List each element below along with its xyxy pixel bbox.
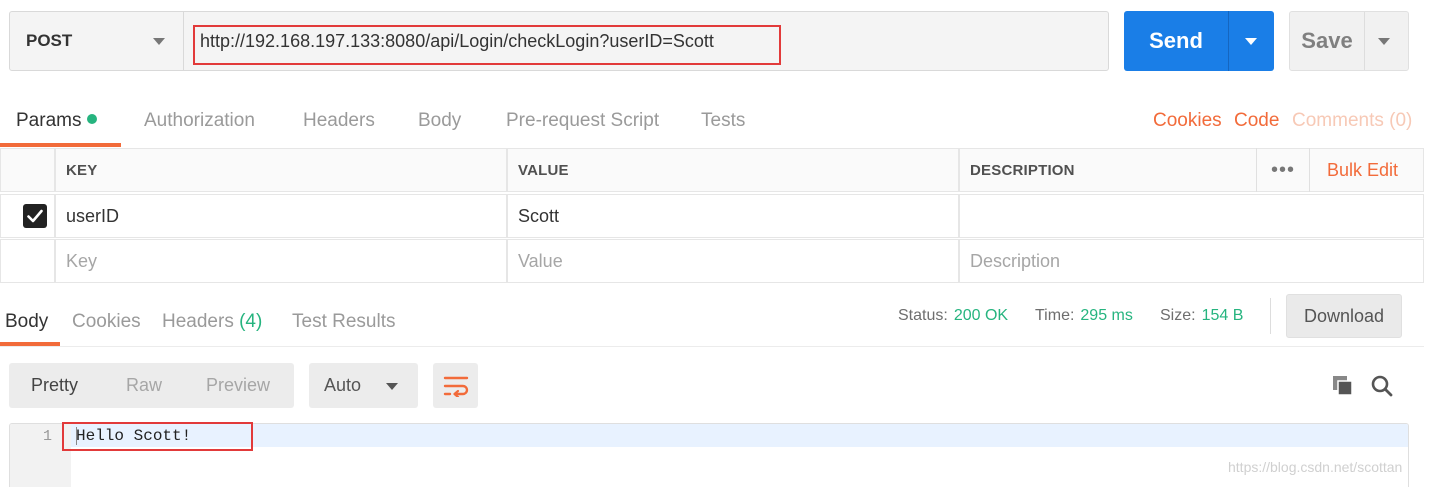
- headers-count-badge: (4): [239, 311, 263, 332]
- param-key-cell[interactable]: userID: [55, 194, 507, 238]
- param-description-cell[interactable]: [959, 194, 1424, 238]
- send-divider: [1228, 11, 1229, 71]
- more-options-icon[interactable]: •••: [1256, 148, 1310, 192]
- tab-tests[interactable]: Tests: [701, 110, 745, 132]
- tab-body[interactable]: Body: [418, 110, 461, 132]
- chevron-down-icon[interactable]: [1378, 37, 1390, 45]
- copy-icon: [1333, 376, 1353, 396]
- view-raw[interactable]: Raw: [126, 375, 162, 396]
- checkmark-icon: [27, 209, 43, 223]
- chevron-down-icon: [153, 38, 165, 45]
- active-line-highlight: [71, 424, 1408, 447]
- wrap-lines-button[interactable]: [433, 363, 478, 408]
- status-label: Status:: [898, 307, 948, 324]
- tab-headers[interactable]: Headers: [303, 110, 375, 132]
- send-label: Send: [1149, 28, 1203, 53]
- size-value: 154 B: [1201, 307, 1244, 324]
- save-label: Save: [1301, 28, 1353, 53]
- status-divider: [1270, 298, 1271, 334]
- response-tab-test-results[interactable]: Test Results: [292, 311, 395, 333]
- size-readout: Size: 154 B: [1160, 307, 1243, 325]
- comments-link[interactable]: Comments (0): [1292, 110, 1412, 132]
- chevron-down-icon[interactable]: [1245, 37, 1257, 45]
- method-label: POST: [26, 31, 73, 50]
- tab-params-label: Params: [16, 110, 82, 131]
- row-checkbox-cell: [0, 194, 55, 238]
- format-select[interactable]: Auto: [309, 363, 418, 408]
- time-label: Time:: [1035, 307, 1075, 324]
- response-divider: [0, 346, 1424, 347]
- method-select[interactable]: POST: [10, 12, 184, 70]
- send-button[interactable]: Send: [1124, 11, 1274, 71]
- time-value: 295 ms: [1080, 307, 1133, 324]
- response-tab-cookies[interactable]: Cookies: [72, 311, 141, 333]
- value-column-header: VALUE: [507, 148, 959, 192]
- chevron-down-icon: [386, 383, 398, 390]
- tab-authorization[interactable]: Authorization: [144, 110, 255, 132]
- response-body-viewer[interactable]: 1 Hello Scott!: [9, 423, 1409, 487]
- format-label: Auto: [324, 375, 362, 395]
- status-readout: Status: 200 OK: [898, 307, 1008, 325]
- cookies-link[interactable]: Cookies: [1153, 110, 1222, 132]
- view-pretty[interactable]: Pretty: [31, 375, 78, 396]
- code-line: Hello Scott!: [76, 427, 192, 445]
- description-placeholder-field[interactable]: Description: [959, 239, 1424, 283]
- row-checkbox[interactable]: [23, 204, 47, 228]
- key-column-header: KEY: [55, 148, 507, 192]
- bulk-edit-link[interactable]: Bulk Edit: [1327, 160, 1398, 181]
- save-button[interactable]: Save: [1289, 11, 1409, 71]
- tab-params[interactable]: Params: [16, 110, 98, 132]
- code-link[interactable]: Code: [1234, 110, 1279, 132]
- wrap-lines-icon: [443, 376, 468, 397]
- download-button[interactable]: Download: [1286, 294, 1402, 338]
- response-tab-headers-label: Headers: [162, 311, 234, 332]
- table-row-empty: Key Value Description: [0, 239, 1424, 285]
- view-mode-group: Pretty Raw Preview: [9, 363, 294, 408]
- value-placeholder-field[interactable]: Value: [507, 239, 959, 283]
- key-placeholder-field[interactable]: Key: [55, 239, 507, 283]
- params-active-dot-icon: [87, 114, 98, 124]
- time-readout: Time: 295 ms: [1035, 307, 1133, 325]
- size-label: Size:: [1160, 307, 1196, 324]
- table-row: userID Scott: [0, 194, 1424, 240]
- view-preview[interactable]: Preview: [206, 375, 270, 396]
- search-button[interactable]: [1369, 373, 1395, 399]
- request-bar: POST: [9, 11, 1109, 71]
- watermark: https://blog.csdn.net/scottan: [1228, 459, 1403, 475]
- line-number: 1: [42, 428, 52, 445]
- checkbox-column-header: [0, 148, 55, 192]
- param-value-cell[interactable]: Scott: [507, 194, 959, 238]
- response-tab-body[interactable]: Body: [5, 311, 48, 333]
- status-value: 200 OK: [953, 307, 1009, 324]
- copy-button[interactable]: [1330, 373, 1356, 399]
- url-input[interactable]: [184, 12, 1108, 70]
- line-number-gutter: 1: [10, 424, 71, 487]
- params-tab-underline: [0, 143, 121, 147]
- response-tab-headers[interactable]: Headers (4): [162, 311, 262, 333]
- params-header-row: KEY VALUE DESCRIPTION ••• Bulk Edit: [0, 148, 1424, 194]
- tab-pre-request-script[interactable]: Pre-request Script: [506, 110, 659, 132]
- empty-checkbox-cell: [0, 239, 55, 283]
- save-divider: [1364, 12, 1365, 70]
- search-icon: [1371, 375, 1393, 397]
